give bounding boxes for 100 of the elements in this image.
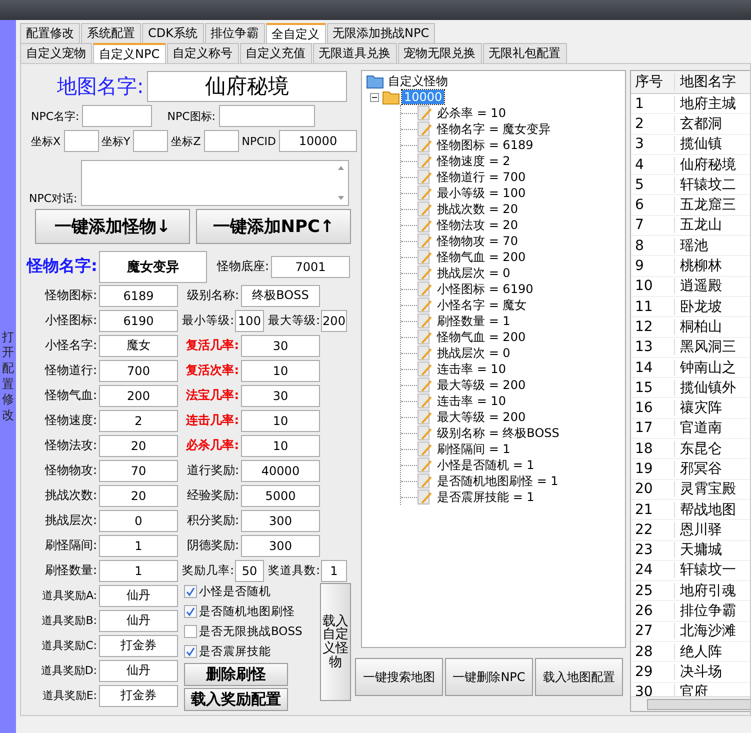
checkbox[interactable]: 小怪是否随机 (184, 581, 312, 601)
tree-item[interactable]: 挑战层次 = 0 (435, 344, 512, 362)
tree-item[interactable]: 怪物气血 = 200 (435, 328, 528, 346)
add-button[interactable]: 一键添加怪物↓ (35, 209, 190, 244)
input-field[interactable]: 仙丹 (99, 610, 178, 632)
column-header[interactable]: 地图名字 (675, 73, 736, 91)
load-monster-button[interactable]: 载入自定义怪物 (320, 583, 351, 701)
input-field[interactable]: 打金券 (99, 684, 178, 706)
tree-item[interactable]: 怪物物攻 = 70 (435, 232, 520, 250)
input-field[interactable]: 10000 (279, 130, 357, 152)
tree-item[interactable]: 必杀率 = 10 (435, 104, 508, 122)
tree-item[interactable]: 刷怪数量 = 1 (435, 312, 512, 330)
input-field[interactable]: 魔女 (99, 334, 178, 356)
input-field[interactable] (133, 130, 168, 152)
collapse-icon[interactable] (370, 92, 379, 102)
tree-item[interactable]: 挑战次数 = 20 (435, 200, 520, 218)
scroll-thumb[interactable] (647, 699, 750, 710)
tab[interactable]: 自定义充值 (240, 43, 312, 63)
tree-item[interactable]: 最大等级 = 200 (435, 376, 528, 394)
map-button[interactable]: 载入地图配置 (535, 658, 623, 696)
input-field[interactable]: 300 (241, 534, 320, 556)
input-field[interactable]: 7001 (271, 256, 350, 278)
input-field[interactable]: 20 (99, 484, 178, 506)
input-field[interactable]: 1 (99, 560, 178, 582)
input-field[interactable]: 1 (99, 534, 178, 556)
side-panel[interactable]: 打开配置修改 (0, 20, 16, 733)
tab[interactable]: 自定义称号 (166, 43, 239, 63)
tree-item[interactable]: 小怪是否随机 = 1 (435, 456, 536, 474)
input-field[interactable] (218, 105, 314, 127)
side-label[interactable]: 打开配置修改 (2, 330, 14, 424)
tab[interactable]: 无限添加挑战NPC (326, 23, 436, 43)
dialog-field[interactable] (81, 160, 350, 206)
checkbox[interactable]: 是否震屏技能 (184, 641, 312, 661)
checkbox[interactable]: 是否随机地图刷怪 (184, 601, 312, 621)
tab[interactable]: 自定义宠物 (20, 43, 92, 63)
input-field[interactable]: 200 (321, 310, 347, 332)
tab[interactable]: 配置修改 (20, 23, 80, 43)
input-field[interactable]: 700 (99, 360, 178, 382)
action-button[interactable]: 删除刷怪 (184, 663, 288, 686)
tree-item[interactable]: 是否震屏技能 = 1 (435, 488, 536, 506)
tree-item[interactable]: 怪物名字 = 魔女变异 (435, 120, 553, 138)
tab[interactable]: 无限礼包配置 (482, 43, 567, 63)
input-field[interactable] (204, 130, 239, 152)
tab[interactable]: 宠物无限兑换 (398, 43, 482, 63)
input-field[interactable]: 仙丹 (99, 584, 178, 606)
tree-item[interactable]: 是否随机地图刷怪 = 1 (435, 472, 560, 490)
tree-item[interactable]: 刷怪隔间 = 1 (435, 440, 512, 458)
tree-item[interactable]: 怪物图标 = 6189 (435, 136, 536, 154)
monster-name-field[interactable]: 魔女变异 (99, 250, 207, 282)
input-field[interactable] (64, 130, 99, 152)
tab[interactable]: 无限道具兑换 (312, 43, 397, 63)
scrollbar[interactable] (631, 696, 750, 711)
tree-item[interactable]: 怪物法攻 = 20 (435, 216, 520, 234)
tab[interactable]: 自定义NPC (93, 43, 166, 63)
input-field[interactable]: 10 (241, 434, 320, 456)
checkbox[interactable]: 是否无限挑战BOSS (184, 621, 312, 641)
input-field[interactable]: 10 (241, 410, 320, 432)
input-field[interactable]: 300 (241, 510, 320, 532)
tab[interactable]: 系统配置 (81, 23, 141, 43)
map-name-field[interactable]: 仙府秘境 (146, 70, 347, 102)
tab[interactable]: 排位争霸 (204, 23, 264, 43)
tree-item[interactable]: 小怪名字 = 魔女 (435, 296, 529, 314)
input-field[interactable]: 6190 (99, 310, 178, 332)
action-button[interactable]: 载入奖励配置 (184, 688, 288, 711)
input-field[interactable]: 70 (99, 460, 178, 482)
input-field[interactable]: 0 (99, 510, 178, 532)
input-field[interactable]: 40000 (241, 460, 320, 482)
tree-node[interactable]: 自定义怪物 (386, 72, 450, 90)
input-field[interactable]: 终极BOSS (241, 284, 320, 306)
tree-item[interactable]: 最小等级 = 100 (435, 184, 528, 202)
tree-item[interactable]: 小怪图标 = 6190 (435, 280, 536, 298)
tab[interactable]: 全自定义 (266, 23, 326, 43)
input-field[interactable]: 20 (99, 434, 178, 456)
map-button[interactable]: 一键删除NPC (445, 658, 533, 696)
add-button[interactable]: 一键添加NPC↑ (196, 209, 351, 244)
tree-item[interactable]: 最大等级 = 200 (435, 408, 528, 426)
tree-item[interactable]: 怪物道行 = 700 (435, 168, 528, 186)
input-field[interactable]: 30 (241, 384, 320, 406)
input-field[interactable]: 50 (235, 560, 264, 582)
input-field[interactable]: 5000 (241, 484, 320, 506)
input-field[interactable]: 仙丹 (99, 660, 178, 682)
column-header[interactable]: 序号 (631, 73, 675, 91)
tree-item[interactable]: 级别名称 = 终极BOSS (435, 424, 562, 442)
input-field[interactable]: 2 (99, 410, 178, 432)
map-button[interactable]: 一键搜索地图 (355, 658, 443, 696)
input-field[interactable] (82, 105, 152, 127)
input-field[interactable]: 6189 (99, 284, 178, 306)
tree-item[interactable]: 连击率 = 10 (435, 360, 508, 378)
tree-item[interactable]: 怪物速度 = 2 (435, 152, 512, 170)
input-field[interactable]: 30 (241, 334, 320, 356)
tree-item[interactable]: 怪物气血 = 200 (435, 248, 528, 266)
tab[interactable]: CDK系统 (142, 23, 204, 43)
input-field[interactable]: 1 (321, 560, 347, 582)
tree-item[interactable]: 挑战层次 = 0 (435, 264, 512, 282)
input-field[interactable]: 打金券 (99, 634, 178, 656)
input-field[interactable]: 100 (235, 310, 264, 332)
input-field[interactable]: 10 (241, 360, 320, 382)
tree-node[interactable]: 10000 (402, 90, 444, 104)
input-field[interactable]: 200 (99, 384, 178, 406)
tree-item[interactable]: 连击率 = 10 (435, 392, 508, 410)
